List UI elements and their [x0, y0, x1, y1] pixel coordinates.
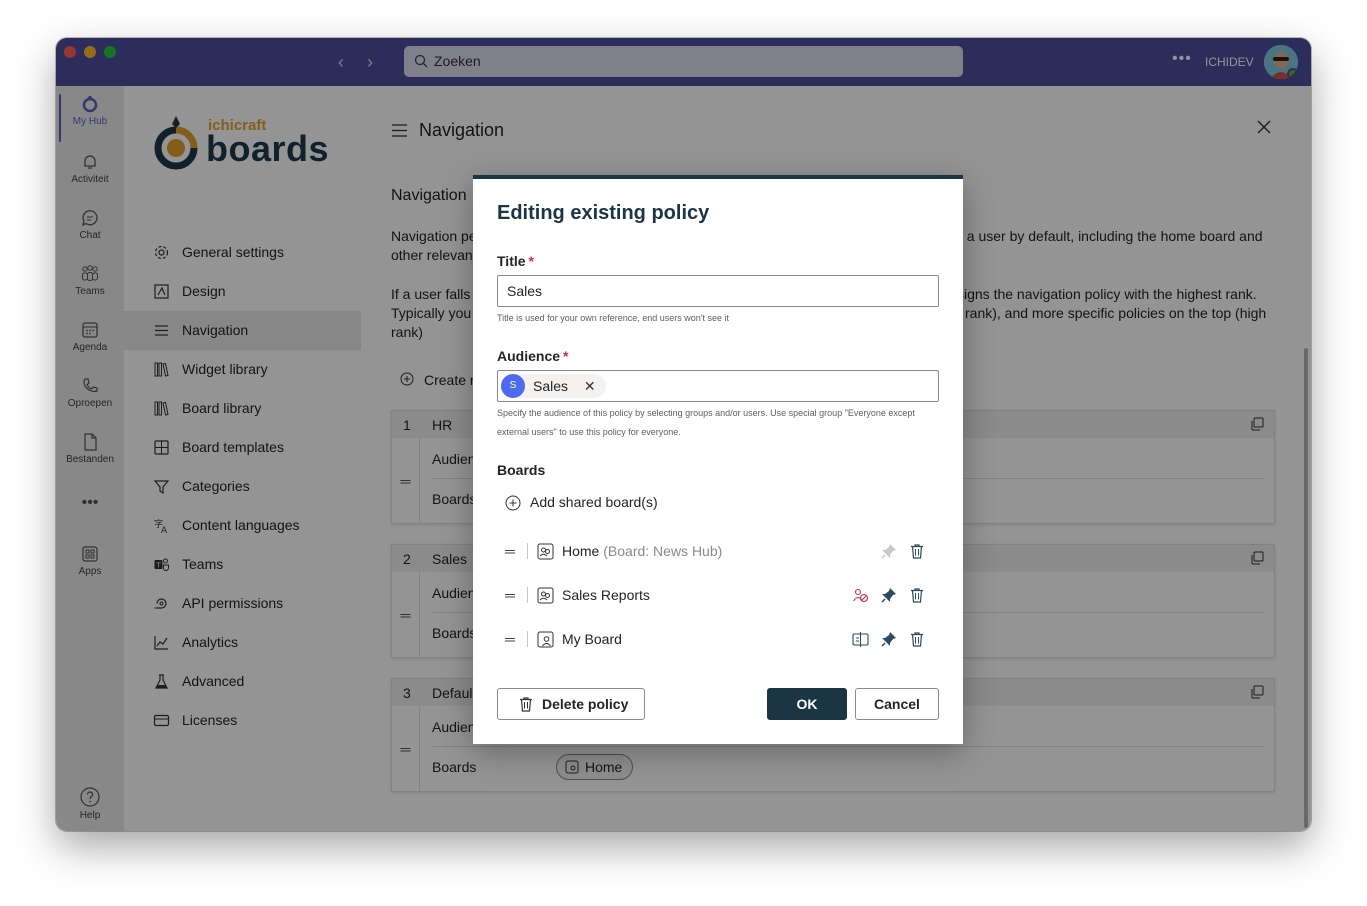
pin-icon[interactable]: [881, 631, 897, 647]
audience-hint: Specify the audience of this policy by s…: [497, 408, 915, 437]
board-name-text: Home: [562, 543, 600, 559]
delete-policy-button[interactable]: Delete policy: [497, 688, 645, 720]
ok-button[interactable]: OK: [767, 688, 847, 720]
pin-icon[interactable]: [881, 587, 897, 603]
audience-picker[interactable]: S Sales ✕: [497, 370, 939, 402]
required-marker: *: [563, 348, 569, 364]
shared-board-icon: [537, 587, 554, 604]
dialog-title: Editing existing policy: [497, 202, 710, 224]
edit-policy-dialog: Editing existing policy Title * Sales Tit…: [473, 175, 963, 744]
board-name: Home (Board: News Hub): [562, 543, 722, 559]
trash-icon[interactable]: [909, 543, 925, 559]
personal-board-icon: [537, 631, 554, 648]
divider: [527, 631, 528, 647]
title-input[interactable]: Sales: [497, 275, 939, 307]
add-shared-boards-label: Add shared board(s): [530, 494, 658, 510]
shared-board-icon: [537, 543, 554, 560]
audience-chip-label: Sales: [533, 378, 569, 394]
audience-persona: S: [501, 374, 525, 398]
board-row: ═ Home (Board: News Hub): [497, 533, 939, 569]
divider: [527, 587, 528, 603]
board-name: Sales Reports: [562, 587, 650, 603]
drag-handle-icon[interactable]: ═: [505, 587, 515, 603]
audience-field-label: Audience *: [497, 348, 568, 364]
pin-icon[interactable]: [881, 543, 897, 559]
audience-chip[interactable]: S Sales ✕: [501, 374, 606, 398]
title-label-text: Title: [497, 253, 526, 269]
divider: [527, 543, 528, 559]
cancel-button[interactable]: Cancel: [855, 688, 939, 720]
title-field-label: Title *: [497, 253, 534, 269]
required-marker: *: [528, 253, 534, 269]
boards-label: Boards: [497, 462, 546, 478]
audience-warning-icon[interactable]: [852, 587, 869, 604]
trash-icon[interactable]: [909, 587, 925, 603]
trash-icon[interactable]: [909, 631, 925, 647]
drag-handle-icon[interactable]: ═: [505, 631, 515, 647]
board-row: ═ My Board: [497, 621, 939, 657]
drag-handle-icon[interactable]: ═: [505, 543, 515, 559]
trash-icon: [520, 697, 532, 712]
board-row: ═ Sales Reports: [497, 577, 939, 613]
audience-label-text: Audience: [497, 348, 561, 364]
remove-audience-icon[interactable]: ✕: [584, 378, 596, 394]
delete-policy-label: Delete policy: [542, 696, 629, 712]
text-field-icon[interactable]: [852, 631, 869, 648]
board-source: (Board: News Hub): [603, 543, 723, 559]
add-circle-icon: [505, 495, 521, 511]
title-hint: Title is used for your own reference, en…: [497, 313, 729, 323]
board-name: My Board: [562, 631, 622, 647]
